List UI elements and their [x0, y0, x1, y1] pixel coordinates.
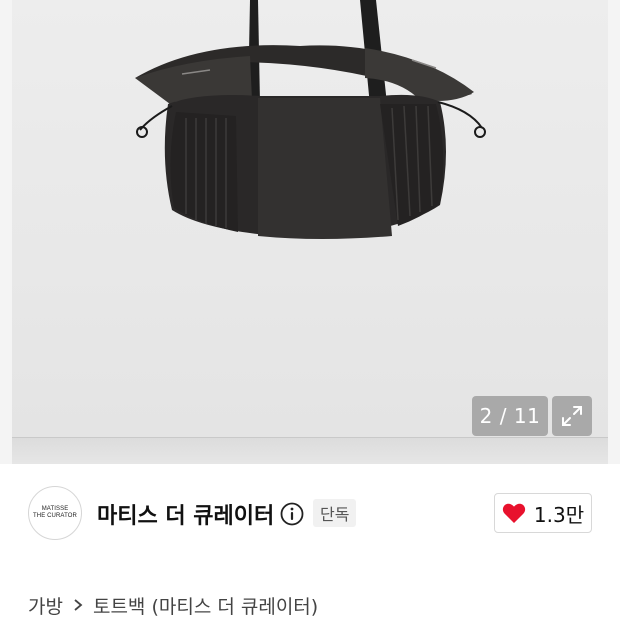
product-image-gallery[interactable]: 2 / 11: [0, 0, 620, 464]
seller-logo-line1: MATISSE: [41, 506, 69, 512]
expand-arrows-icon: [562, 406, 582, 426]
like-button[interactable]: 1.3만: [494, 493, 592, 533]
seller-info-row: MATISSE THE CURATOR 마티스 더 큐레이터 단독 1.3만: [0, 464, 620, 564]
breadcrumb: 가방 토트백 (마티스 더 큐레이터): [28, 590, 318, 620]
seller-logo[interactable]: MATISSE THE CURATOR: [28, 486, 82, 540]
exclusive-badge: 단독: [313, 499, 357, 527]
chevron-right-icon: [74, 599, 83, 611]
info-circle-icon[interactable]: [280, 502, 304, 526]
image-counter-text: 2 / 11: [479, 404, 541, 428]
image-counter: 2 / 11: [472, 396, 548, 436]
breadcrumb-category[interactable]: 가방: [28, 592, 63, 619]
like-count: 1.3만: [533, 502, 585, 527]
product-photo-bag: [135, 0, 486, 239]
expand-image-button[interactable]: [552, 396, 592, 436]
heart-icon: [502, 503, 526, 523]
seller-logo-line2: THE CURATOR: [33, 513, 77, 519]
seller-name[interactable]: 마티스 더 큐레이터: [97, 498, 274, 530]
breadcrumb-subcategory[interactable]: 토트백 (마티스 더 큐레이터): [93, 592, 318, 619]
exclusive-badge-label: 단독: [320, 505, 350, 524]
